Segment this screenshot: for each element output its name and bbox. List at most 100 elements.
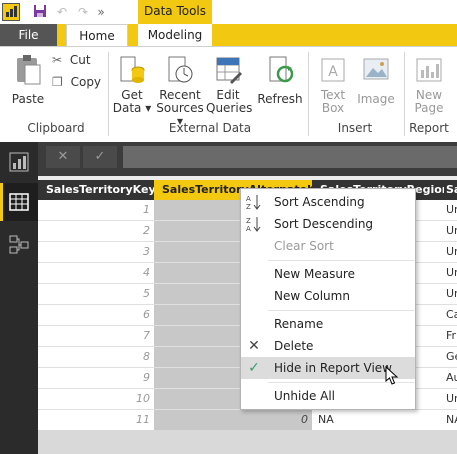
menu-item-unhide-all[interactable]: Unhide All — [241, 385, 415, 407]
quick-access-more-icon[interactable]: » — [95, 4, 107, 20]
menu-item-label: Sort Ascending — [274, 195, 365, 209]
grid-footer-area — [38, 430, 457, 454]
svg-text:A: A — [328, 64, 338, 80]
svg-text:A: A — [246, 225, 251, 233]
cell-key[interactable]: 10 — [38, 389, 154, 410]
database-icon — [120, 56, 145, 83]
refresh-label: Refresh — [257, 92, 303, 106]
ribbon-separator — [308, 52, 309, 136]
refresh-icon — [269, 56, 294, 83]
paste-icon — [17, 55, 41, 85]
cell-region[interactable]: NA — [312, 410, 444, 431]
group-insert-label: Insert — [337, 121, 373, 135]
menu-item-new-measure[interactable]: New Measure — [241, 263, 415, 285]
image-icon — [363, 58, 389, 80]
menu-item-sort-ascending[interactable]: AZ Sort Ascending — [241, 191, 415, 213]
cell-group[interactable]: Un — [444, 284, 457, 305]
cell-group[interactable]: Un — [444, 389, 457, 410]
edit-queries-label-2: Queries — [206, 101, 253, 115]
redo-icon[interactable]: ↷ — [75, 4, 91, 20]
cell-key[interactable]: 4 — [38, 263, 154, 284]
menu-item-delete[interactable]: ✕ Delete — [241, 335, 415, 357]
cell-group[interactable]: Ge — [444, 347, 457, 368]
powerbi-logo-icon — [2, 3, 20, 21]
cell-key[interactable]: 11 — [38, 410, 154, 431]
text-box-label-2: Box — [321, 101, 345, 115]
edit-queries-icon — [216, 57, 242, 84]
text-box-icon: A — [321, 58, 345, 82]
cell-key[interactable]: 2 — [38, 221, 154, 242]
copy-icon: ❐ — [52, 75, 63, 89]
svg-text:Z: Z — [246, 217, 251, 225]
formula-cancel-button[interactable]: ✕ — [46, 146, 80, 168]
svg-text:Z: Z — [246, 203, 251, 211]
refresh-button[interactable]: Refresh — [256, 54, 304, 106]
group-external-data-label: External Data — [168, 121, 252, 135]
cut-label: Cut — [69, 53, 91, 67]
relationships-view-icon[interactable] — [8, 233, 30, 255]
get-data-label-2: Data ▾ — [112, 101, 152, 115]
cell-group[interactable]: Au — [444, 368, 457, 389]
svg-text:A: A — [246, 195, 251, 203]
cell-group[interactable]: Un — [444, 200, 457, 221]
cell-key[interactable]: 3 — [38, 242, 154, 263]
menu-item-label: Delete — [274, 339, 314, 353]
menu-item-clear-sort[interactable]: Clear Sort — [241, 235, 415, 257]
recent-sources-button[interactable]: Recent Sources ▾ — [154, 54, 206, 128]
menu-item-rename[interactable]: Rename — [241, 313, 415, 335]
menu-item-label: Clear Sort — [274, 239, 334, 253]
cell-key[interactable]: 9 — [38, 368, 154, 389]
formula-input[interactable] — [123, 146, 457, 168]
image-label: Image — [357, 92, 395, 106]
cut-button[interactable]: ✂ Cut — [52, 54, 102, 67]
cell-key[interactable]: 5 — [38, 284, 154, 305]
report-view-icon[interactable] — [8, 151, 30, 173]
cell-key[interactable]: 7 — [38, 326, 154, 347]
new-page-label-2: Page — [414, 101, 444, 115]
menu-separator — [268, 310, 414, 311]
undo-icon[interactable]: ↶ — [54, 4, 70, 20]
menu-item-new-column[interactable]: New Column — [241, 285, 415, 307]
image-button[interactable]: Image — [356, 54, 396, 106]
data-view-icon[interactable] — [8, 191, 30, 213]
copy-button[interactable]: ❐ Copy — [52, 76, 102, 89]
new-page-icon — [416, 58, 442, 82]
formula-commit-button[interactable]: ✓ — [83, 146, 117, 168]
scissors-icon: ✂ — [52, 53, 63, 67]
group-clipboard-label: Clipboard — [27, 121, 85, 135]
column-header-partial[interactable]: Sa — [444, 180, 457, 200]
cell-group[interactable]: Fr — [444, 326, 457, 347]
cell-group[interactable]: Un — [444, 221, 457, 242]
menu-separator — [268, 260, 414, 261]
menu-item-label: Sort Descending — [274, 217, 374, 231]
menu-item-label: Rename — [274, 317, 324, 331]
cell-group[interactable]: Ca — [444, 305, 457, 326]
menu-item-label: Hide in Report View — [274, 361, 392, 375]
column-header-salesterritorykey[interactable]: SalesTerritoryKey — [38, 180, 154, 200]
cell-key[interactable]: 1 — [38, 200, 154, 221]
cell-alternate-key[interactable]: 0 — [154, 410, 312, 431]
sort-ascending-icon: AZ — [245, 193, 263, 211]
paste-button[interactable]: Paste — [8, 54, 48, 106]
paste-label: Paste — [11, 92, 45, 106]
new-page-button[interactable]: New Page — [408, 54, 450, 115]
tab-file[interactable]: File — [0, 24, 57, 46]
tab-home[interactable]: Home — [66, 24, 128, 48]
menu-item-label: New Measure — [274, 267, 355, 281]
edit-queries-button[interactable]: Edit Queries — [206, 54, 253, 115]
tab-modeling[interactable]: Modeling — [138, 24, 212, 46]
checkmark-icon: ✓ — [248, 360, 260, 376]
cell-group[interactable]: Un — [444, 263, 457, 284]
text-box-button[interactable]: A Text Box — [314, 54, 352, 115]
cell-key[interactable]: 6 — [38, 305, 154, 326]
delete-icon: ✕ — [248, 338, 260, 354]
mouse-pointer-icon — [385, 365, 399, 386]
menu-item-sort-descending[interactable]: ZA Sort Descending — [241, 213, 415, 235]
recent-sources-icon — [168, 56, 193, 83]
cell-key[interactable]: 8 — [38, 347, 154, 368]
get-data-button[interactable]: Get Data ▾ — [112, 54, 152, 115]
cell-group[interactable]: Un — [444, 242, 457, 263]
save-icon[interactable] — [32, 4, 48, 20]
menu-item-label: Unhide All — [274, 389, 336, 403]
cell-group[interactable]: NA — [444, 410, 457, 431]
